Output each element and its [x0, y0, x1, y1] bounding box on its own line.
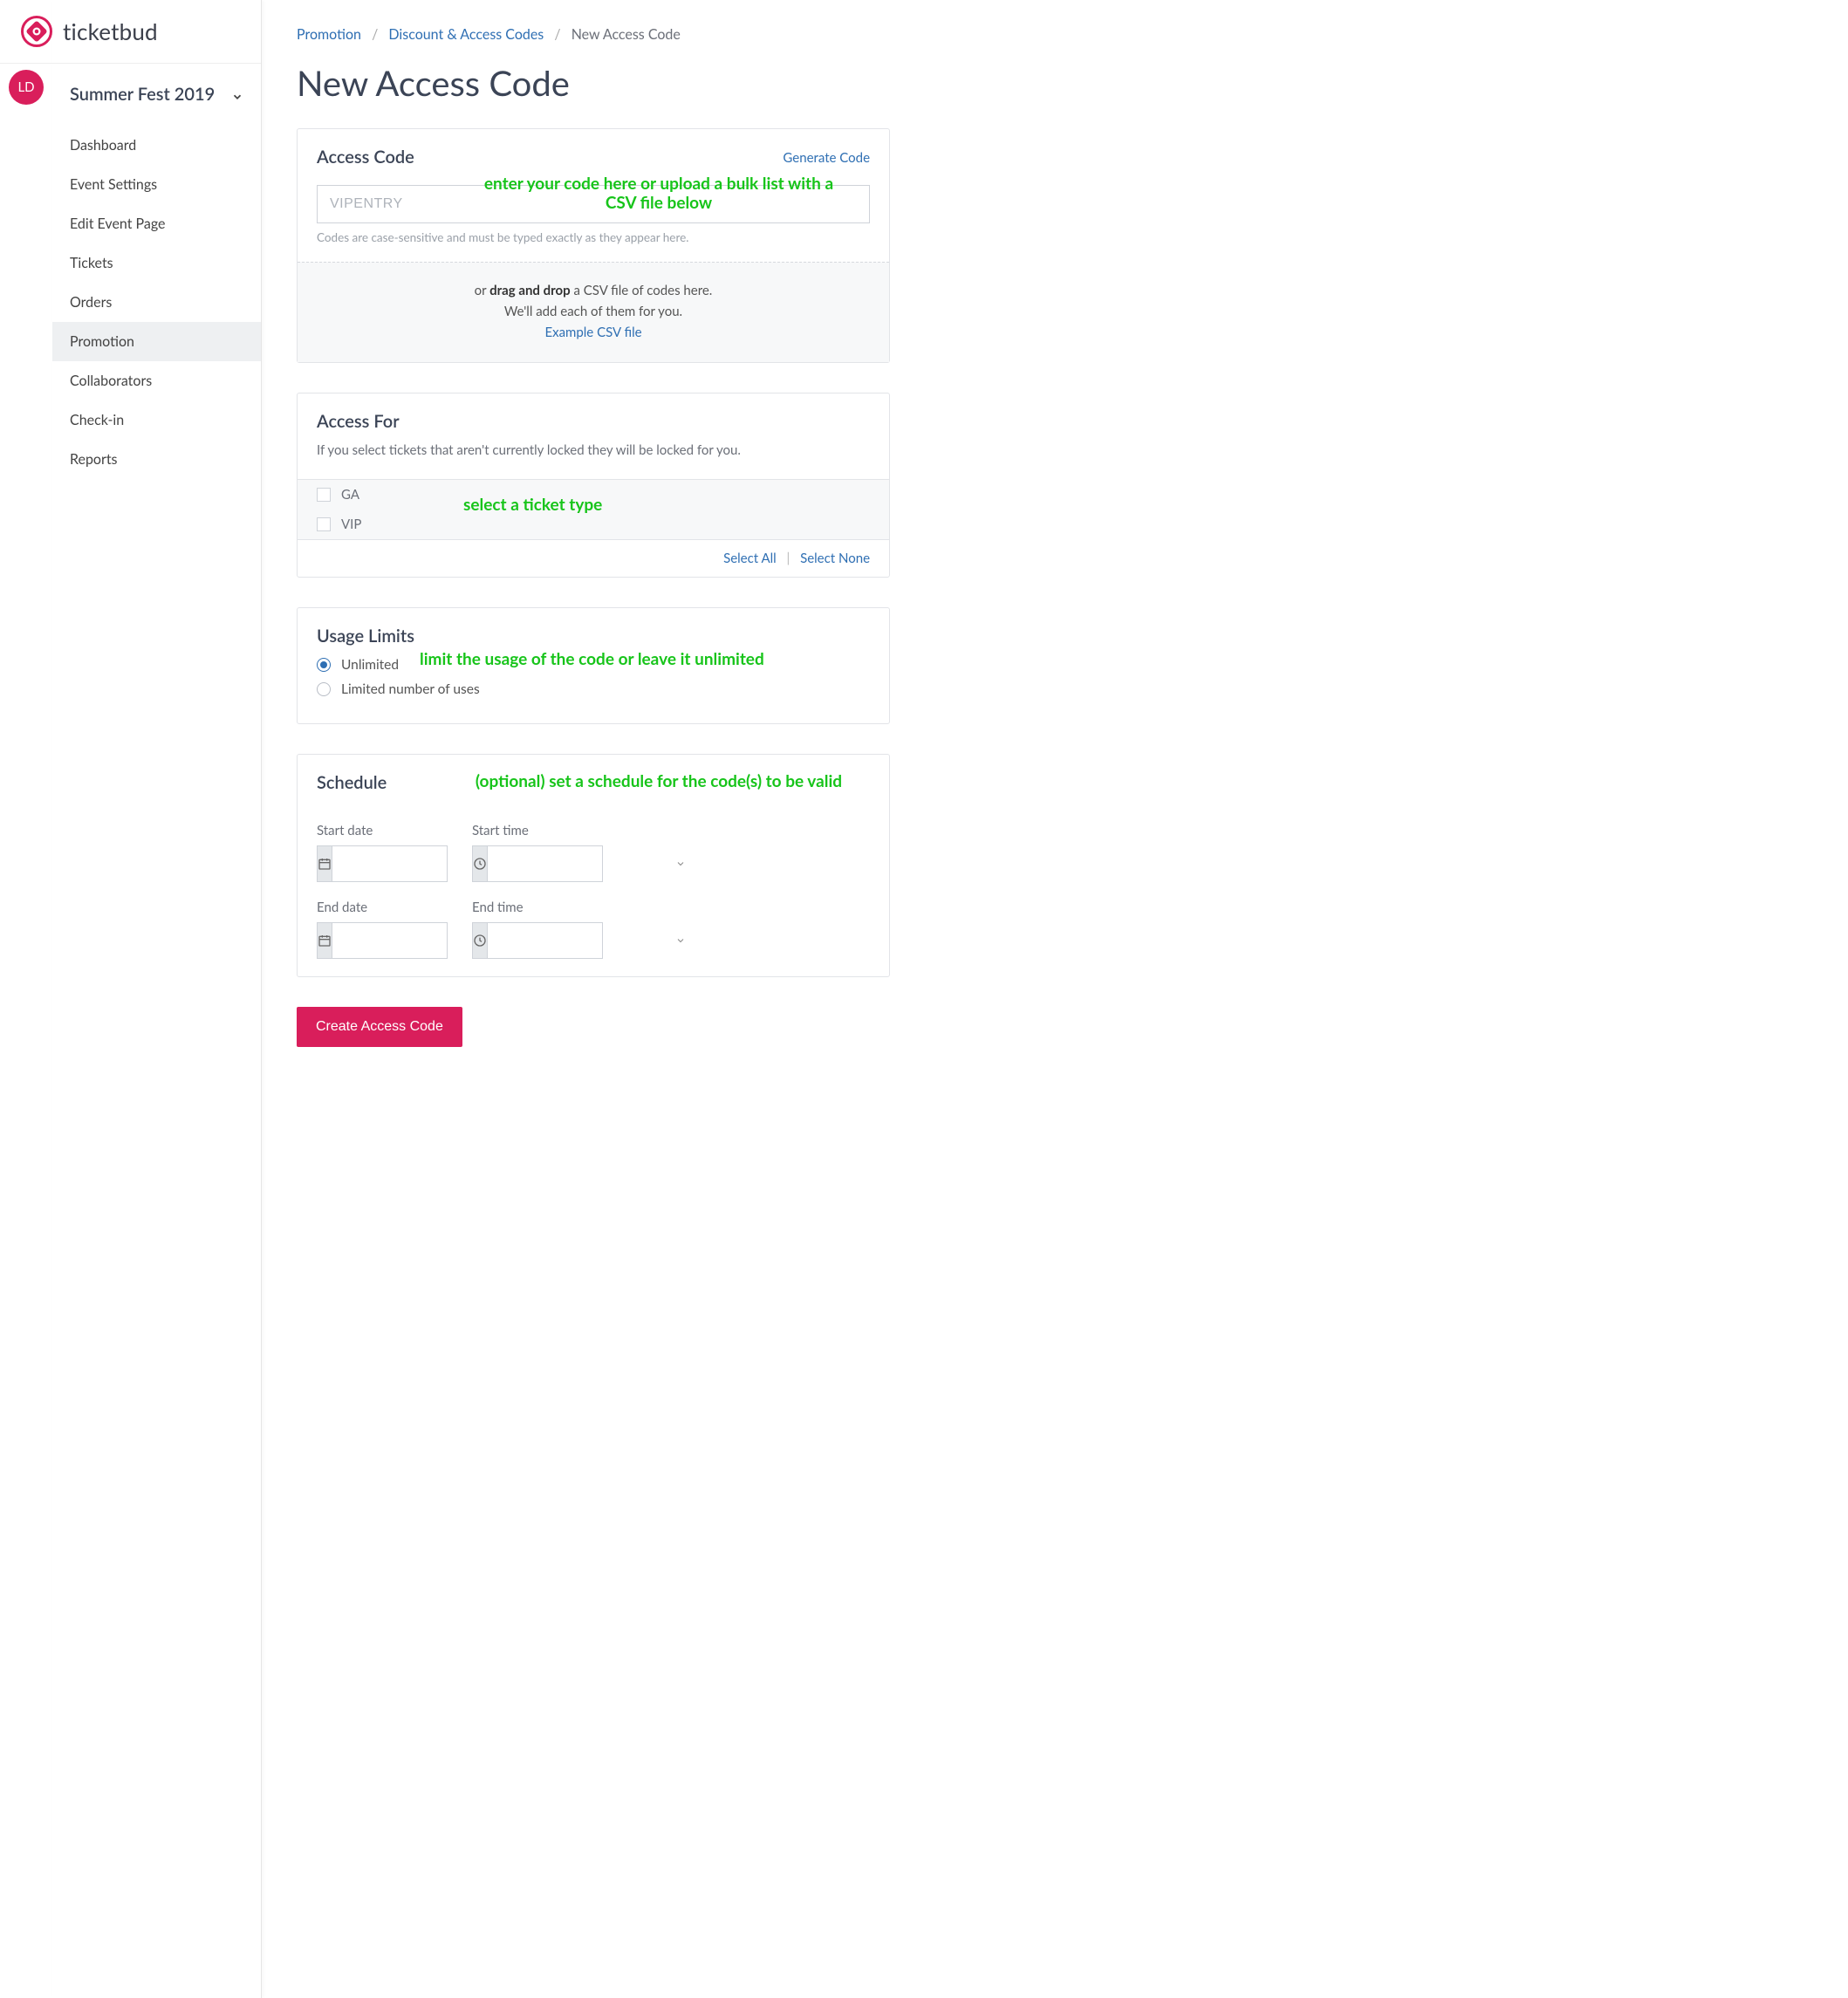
sidebar-item-orders[interactable]: Orders [52, 283, 261, 322]
usage-limits-card: Usage Limits Unlimited Limited number of… [297, 607, 890, 724]
ticket-type-list: GA VIP select a ticket type [298, 479, 889, 539]
avatar-initials: LD [17, 79, 34, 95]
end-time-input-group[interactable] [472, 922, 603, 959]
access-code-helper: Codes are case-sensitive and must be typ… [317, 230, 870, 244]
usage-radio-unlimited[interactable] [317, 658, 331, 672]
select-bar: Select All | Select None [298, 539, 889, 577]
usage-option-unlimited[interactable]: Unlimited [317, 657, 870, 673]
event-name: Summer Fest 2019 [70, 83, 215, 106]
clock-icon [473, 846, 488, 881]
end-date-field: End date [317, 900, 448, 959]
breadcrumb: Promotion / Discount & Access Codes / Ne… [297, 26, 890, 43]
breadcrumb-promotion[interactable]: Promotion [297, 26, 361, 43]
event-switcher[interactable]: Summer Fest 2019 [52, 64, 261, 120]
sidebar-item-tickets[interactable]: Tickets [52, 243, 261, 283]
access-for-card: Access For If you select tickets that ar… [297, 393, 890, 578]
brand-name: ticketbud [63, 17, 158, 45]
access-code-card: Generate Code Access Code enter your cod… [297, 128, 890, 363]
access-for-heading: Access For [317, 411, 870, 432]
usage-option-limited[interactable]: Limited number of uses [317, 681, 870, 697]
create-access-code-button[interactable]: Create Access Code [297, 1007, 462, 1047]
main-content: Promotion / Discount & Access Codes / Ne… [262, 0, 925, 1998]
sidebar-item-promotion[interactable]: Promotion [52, 322, 261, 361]
ticket-checkbox-vip[interactable] [317, 517, 331, 531]
annotation-schedule: (optional) set a schedule for the code(s… [437, 772, 880, 791]
sidebar: ticketbud Summer Fest 2019 Dashboard Eve… [52, 0, 262, 1998]
end-time-field: End time [472, 900, 603, 959]
ticket-row-ga[interactable]: GA [298, 480, 889, 510]
sidebar-item-dashboard[interactable]: Dashboard [52, 126, 261, 165]
ticket-checkbox-ga[interactable] [317, 488, 331, 502]
usage-heading: Usage Limits [317, 626, 870, 647]
access-for-subtext: If you select tickets that aren't curren… [317, 442, 870, 458]
page-title: New Access Code [297, 62, 890, 104]
breadcrumb-discount-access[interactable]: Discount & Access Codes [388, 26, 544, 43]
example-csv-link[interactable]: Example CSV file [544, 325, 641, 340]
chevron-down-icon [675, 846, 686, 881]
csv-dropzone[interactable]: or drag and drop a CSV file of codes her… [298, 262, 889, 362]
start-time-input-group[interactable] [472, 845, 603, 882]
generate-code-link[interactable]: Generate Code [783, 150, 870, 166]
sidebar-item-check-in[interactable]: Check-in [52, 400, 261, 440]
calendar-icon [318, 846, 332, 881]
breadcrumb-current: New Access Code [572, 26, 681, 43]
start-time-input[interactable] [488, 846, 675, 881]
start-date-field: Start date [317, 823, 448, 882]
sidebar-item-edit-event-page[interactable]: Edit Event Page [52, 204, 261, 243]
brand-row[interactable]: ticketbud [0, 0, 261, 64]
end-date-input-group[interactable] [317, 922, 448, 959]
sidebar-item-collaborators[interactable]: Collaborators [52, 361, 261, 400]
nav-list: Dashboard Event Settings Edit Event Page… [52, 120, 261, 484]
left-rail: LD [0, 0, 52, 1998]
usage-radio-limited[interactable] [317, 682, 331, 696]
start-date-input-group[interactable] [317, 845, 448, 882]
select-all-link[interactable]: Select All [723, 551, 777, 566]
brand-logo-icon [21, 16, 52, 47]
schedule-card: Schedule (optional) set a schedule for t… [297, 754, 890, 977]
schedule-heading: Schedule [317, 772, 387, 793]
access-code-input[interactable] [317, 185, 870, 223]
user-avatar[interactable]: LD [9, 70, 44, 105]
select-none-link[interactable]: Select None [800, 551, 870, 566]
chevron-down-icon [675, 923, 686, 958]
chevron-down-icon [231, 90, 243, 106]
calendar-icon [318, 923, 332, 958]
start-time-field: Start time [472, 823, 603, 882]
sidebar-item-event-settings[interactable]: Event Settings [52, 165, 261, 204]
clock-icon [473, 923, 488, 958]
ticket-row-vip[interactable]: VIP [298, 510, 889, 539]
end-time-input[interactable] [488, 923, 675, 958]
sidebar-item-reports[interactable]: Reports [52, 440, 261, 479]
